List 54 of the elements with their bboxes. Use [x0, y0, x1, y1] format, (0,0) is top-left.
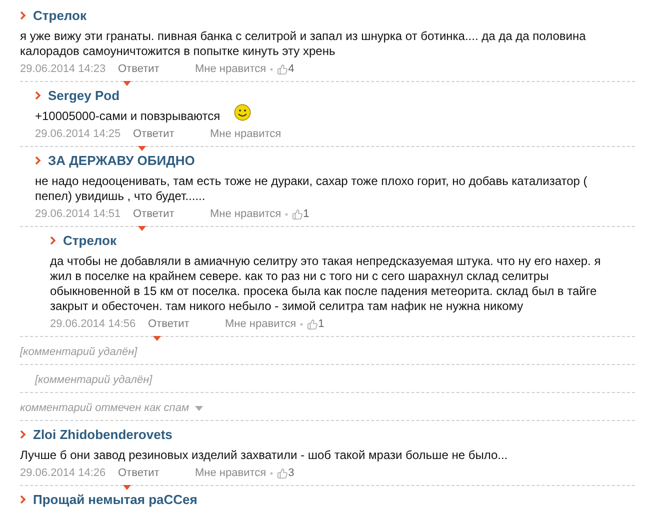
triangle-icon: [123, 485, 131, 490]
comment-text: я уже вижу эти гранаты. пивная банка с селитрой и запал из шнурка от ботинка.... да да да половина калорадов самоуничтожится в попытке кинуть эту хрень: [20, 29, 587, 59]
chevron-icon: [35, 90, 41, 100]
caret-icon: [195, 406, 204, 410]
like-count: 1: [318, 318, 324, 330]
comment-date: 29.06.2014 14:26: [20, 467, 107, 479]
smiley-icon: [234, 104, 252, 121]
triangle-icon: [153, 336, 161, 341]
like-link[interactable]: Мне нравится: [210, 128, 282, 140]
comment-text: да чтобы не добавляли в амиачную селитру это такая непредсказуемая штука. что ну его нахер. я жил в поселке на крайнем севере. как то раз ни с того ни с сего шарахнул склад селитры обыкновенной в 15 км от поселка. просека была как после падения метеорита. склад был в тайге закрыт и обесточен. там никого небыло - зимой селитра там нафик не нужна никому: [50, 254, 602, 314]
like-link[interactable]: Мне нравится: [195, 467, 266, 479]
reply-link[interactable]: Ответит: [133, 128, 174, 140]
triangle-icon: [123, 81, 131, 86]
reply-link[interactable]: Ответит: [118, 63, 160, 75]
reply-link[interactable]: Ответит: [118, 467, 160, 479]
comment-date: 29.06.2014 14:25: [35, 128, 122, 140]
comment-date: 29.06.2014 14:51: [35, 208, 122, 220]
separator-dot: [270, 68, 274, 70]
like-count: 3: [288, 467, 294, 479]
reply-link[interactable]: Ответит: [133, 208, 174, 220]
author-name[interactable]: Стрелок: [33, 8, 86, 22]
chevron-icon: [20, 10, 26, 20]
thumbs-up-icon: [292, 208, 304, 220]
separator-dot: [270, 472, 274, 474]
reply-link[interactable]: Ответит: [148, 318, 190, 330]
author-name[interactable]: Zloi Zhidobenderovets: [33, 426, 172, 442]
deleted-note: [комментарий удалён]: [20, 345, 138, 360]
author-name[interactable]: Стрелок: [63, 232, 116, 248]
thumbs-up-icon: [277, 468, 288, 478]
comment-text: не надо недооценивать, там есть тоже не дураки, сахар тоже плохо горит, но добавь катализатор ( пепел) увидишь , что будет......: [35, 174, 588, 204]
chevron-icon: [35, 156, 41, 164]
triangle-icon: [138, 226, 146, 231]
author-name[interactable]: Прощай немытая раССея: [33, 492, 198, 506]
thumbs-up-icon: [307, 318, 318, 330]
chevron-icon: [50, 236, 56, 244]
comment-date: 29.06.2014 14:56: [50, 318, 137, 330]
comment-text: Лучше б они завод резиновых изделий захватили - шоб такой мрази больше не было...: [20, 448, 508, 463]
comment-text: +10005000-сами и повзрываются: [35, 109, 220, 124]
comment-date: 29.06.2014 14:23: [20, 63, 107, 75]
like-count: 1: [303, 208, 310, 220]
triangle-icon: [138, 146, 146, 151]
like-link[interactable]: Мне нравится: [210, 208, 282, 220]
chevron-icon: [20, 430, 26, 438]
spam-note[interactable]: комментарий отмечен как спам: [20, 400, 204, 416]
like-count: 4: [288, 63, 294, 75]
separator-dot: [300, 322, 304, 326]
chevron-icon: [20, 494, 26, 504]
author-name[interactable]: ЗА ДЕРЖАВУ ОБИДНО: [48, 152, 195, 168]
deleted-note: [комментарий удалён]: [35, 373, 152, 388]
thumbs-up-icon: [277, 64, 288, 74]
like-link[interactable]: Мне нравится: [225, 318, 296, 330]
separator-dot: [285, 212, 288, 216]
author-name[interactable]: Sergey Pod: [48, 88, 120, 102]
like-link[interactable]: Мне нравится: [195, 63, 266, 75]
